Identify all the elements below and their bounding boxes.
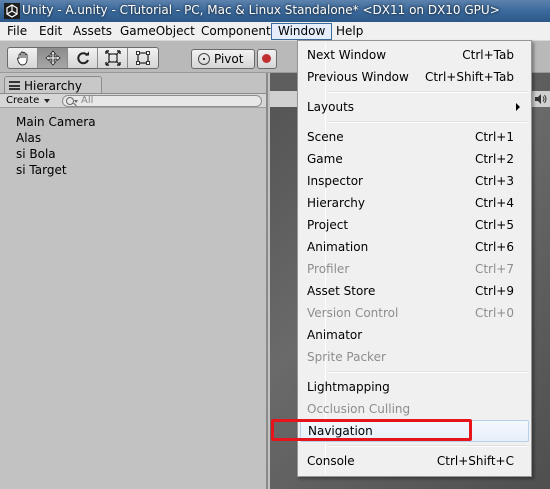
menu-item-next-window[interactable]: Next Window Ctrl+Tab xyxy=(300,44,529,66)
rotate-tool-button[interactable] xyxy=(68,48,98,68)
hierarchy-list: Main Camera Alas si Bola si Target xyxy=(16,114,96,178)
menu-item-asset-store[interactable]: Asset Store Ctrl+9 xyxy=(300,280,529,302)
menu-item-shortcut: Ctrl+1 xyxy=(474,130,514,144)
center-toggle-button[interactable] xyxy=(257,49,277,69)
menu-item-label: Console xyxy=(307,454,355,468)
rect-tool-button[interactable] xyxy=(128,48,158,68)
pivot-icon xyxy=(198,53,210,65)
menu-component[interactable]: Component xyxy=(195,23,277,40)
hierarchy-tab-label: Hierarchy xyxy=(24,78,83,93)
menu-item-shortcut: Ctrl+6 xyxy=(474,240,514,254)
create-dropdown-button[interactable]: Create xyxy=(6,94,53,108)
hand-tool-button[interactable] xyxy=(8,48,38,68)
hierarchy-toolbar: Create All xyxy=(0,93,266,108)
move-icon xyxy=(44,50,61,66)
menu-item-lightmapping[interactable]: Lightmapping xyxy=(300,376,529,398)
menu-item-shortcut: Ctrl+9 xyxy=(474,284,514,298)
menu-item-label: Inspector xyxy=(307,174,363,188)
menu-item-label: Animation xyxy=(307,240,369,254)
menu-item-shortcut: Ctrl+3 xyxy=(474,174,514,188)
submenu-arrow-icon xyxy=(516,103,520,111)
transform-tools xyxy=(7,47,159,69)
hierarchy-item[interactable]: Alas xyxy=(16,130,96,146)
navigation-highlight-annotation xyxy=(271,419,472,441)
menu-item-hierarchy[interactable]: Hierarchy Ctrl+4 xyxy=(300,192,529,214)
hierarchy-item[interactable]: si Bola xyxy=(16,146,96,162)
menu-bar: File Edit Assets GameObject Component Wi… xyxy=(0,22,550,41)
menu-item-label: Animator xyxy=(307,328,363,342)
rect-icon xyxy=(136,51,150,65)
pivot-toggle-button[interactable]: Pivot xyxy=(191,49,255,69)
menu-item-label: Sprite Packer xyxy=(307,350,386,364)
menu-item-label: Previous Window xyxy=(307,70,409,84)
menu-item-profiler: Profiler Ctrl+7 xyxy=(300,258,529,280)
menu-separator xyxy=(328,371,527,373)
hierarchy-search-input[interactable]: All xyxy=(62,95,262,107)
menu-item-project[interactable]: Project Ctrl+5 xyxy=(300,214,529,236)
menu-item-console[interactable]: Console Ctrl+Shift+C xyxy=(300,450,529,472)
menu-item-animation[interactable]: Animation Ctrl+6 xyxy=(300,236,529,258)
menu-edit[interactable]: Edit xyxy=(33,23,68,40)
menu-assets[interactable]: Assets xyxy=(67,23,118,40)
menu-item-label: Occlusion Culling xyxy=(307,402,411,416)
menu-item-previous-window[interactable]: Previous Window Ctrl+Shift+Tab xyxy=(300,66,529,88)
menu-item-version-control: Version Control Ctrl+0 xyxy=(300,302,529,324)
menu-item-occlusion-culling: Occlusion Culling xyxy=(300,398,529,420)
menu-window[interactable]: Window xyxy=(271,23,333,40)
menu-item-label: Next Window xyxy=(307,48,387,62)
menu-item-label: Project xyxy=(307,218,349,232)
menu-file[interactable]: File xyxy=(1,23,33,40)
hierarchy-panel: Hierarchy Create All Main Camera Alas si… xyxy=(0,73,268,489)
create-label: Create xyxy=(6,95,40,106)
menu-item-label: Asset Store xyxy=(307,284,376,298)
menu-separator xyxy=(328,445,527,447)
menu-item-label: Version Control xyxy=(307,306,399,320)
menu-item-scene[interactable]: Scene Ctrl+1 xyxy=(300,126,529,148)
hierarchy-tab[interactable]: Hierarchy xyxy=(4,76,102,94)
hierarchy-item[interactable]: Main Camera xyxy=(16,114,96,130)
title-bar: Unity - A.unity - CTutorial - PC, Mac & … xyxy=(0,0,550,22)
menu-item-shortcut: Ctrl+7 xyxy=(474,262,514,276)
rotate-icon xyxy=(76,51,89,65)
menu-item-inspector[interactable]: Inspector Ctrl+3 xyxy=(300,170,529,192)
menu-item-label: Scene xyxy=(307,130,344,144)
menu-help[interactable]: Help xyxy=(330,23,369,40)
speaker-icon[interactable] xyxy=(534,93,548,105)
hierarchy-item[interactable]: si Target xyxy=(16,162,96,178)
move-tool-button[interactable] xyxy=(38,48,68,68)
search-filter-chevron-icon[interactable] xyxy=(74,100,78,103)
menu-item-label: Profiler xyxy=(307,262,350,276)
scale-tool-button[interactable] xyxy=(98,48,128,68)
menu-item-label: Layouts xyxy=(307,100,355,114)
menu-item-label: Lightmapping xyxy=(307,380,390,394)
hierarchy-list-icon xyxy=(9,81,20,90)
menu-item-animator[interactable]: Animator xyxy=(300,324,529,346)
search-placeholder: All xyxy=(81,95,94,106)
menu-item-shortcut: Ctrl+4 xyxy=(474,196,514,210)
menu-item-shortcut: Ctrl+Shift+C xyxy=(436,454,514,468)
menu-item-shortcut: Ctrl+Tab xyxy=(462,48,514,62)
menu-item-layouts[interactable]: Layouts xyxy=(300,96,529,118)
pivot-label: Pivot xyxy=(214,52,244,66)
chevron-down-icon xyxy=(44,99,51,103)
menu-item-label: Game xyxy=(307,152,343,166)
menu-item-shortcut: Ctrl+Shift+Tab xyxy=(424,70,514,84)
menu-separator xyxy=(328,121,527,123)
menu-item-sprite-packer: Sprite Packer xyxy=(300,346,529,368)
menu-item-label: Hierarchy xyxy=(307,196,366,210)
search-icon xyxy=(66,97,74,105)
menu-gameobject[interactable]: GameObject xyxy=(114,23,201,40)
menu-item-shortcut: Ctrl+2 xyxy=(474,152,514,166)
window-title: Unity - A.unity - CTutorial - PC, Mac & … xyxy=(22,3,500,17)
menu-item-game[interactable]: Game Ctrl+2 xyxy=(300,148,529,170)
menu-item-shortcut: Ctrl+0 xyxy=(474,306,514,320)
unity-logo-icon xyxy=(4,3,20,19)
hand-icon xyxy=(16,51,27,66)
window-menu-dropdown: Next Window Ctrl+Tab Previous Window Ctr… xyxy=(297,40,532,477)
menu-separator xyxy=(328,91,527,93)
scale-icon xyxy=(104,50,121,66)
menu-item-shortcut: Ctrl+5 xyxy=(474,218,514,232)
